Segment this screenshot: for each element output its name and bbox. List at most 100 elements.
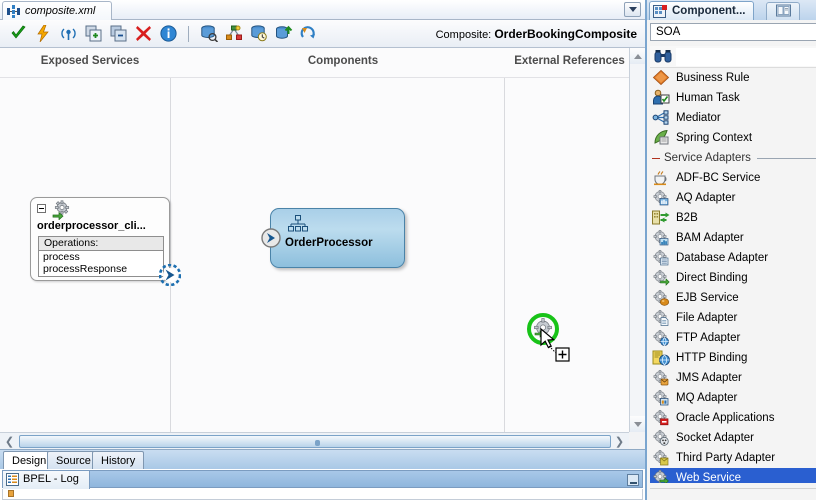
palette-category-value: SOA (656, 26, 681, 38)
business-rule-icon (652, 69, 672, 87)
history-button[interactable] (249, 23, 269, 44)
palette-item-label: File Adapter (676, 312, 738, 324)
column-header-external-references: External References (514, 55, 625, 67)
validate-button[interactable] (8, 23, 28, 44)
palette-item-third-party-adapter[interactable]: Third Party Adapter (650, 448, 816, 468)
palette-item-adf-bc-service[interactable]: ADF-BC Service (650, 168, 816, 188)
palette-item-label: Database Adapter (676, 252, 769, 264)
composite-name-label: OrderBookingComposite (494, 27, 637, 41)
tab-component-palette[interactable]: Component... (649, 1, 755, 20)
palette-item-socket-adapter[interactable]: Socket Adapter (650, 428, 816, 448)
palette-separator-label: Service Adapters (664, 152, 751, 164)
editor-area: composite.xml Composite: OrderBookingCom… (0, 0, 646, 500)
palette-item-label: Direct Binding (676, 272, 748, 284)
tab-resource-catalog[interactable] (766, 2, 800, 20)
document-tab-composite-xml[interactable]: composite.xml (2, 1, 113, 20)
palette-item-label: EJB Service (676, 292, 739, 304)
palette-item-b2b[interactable]: B2B (650, 208, 816, 228)
palette-item-label: Human Task (676, 92, 740, 104)
composite-canvas[interactable]: orderprocessor_cli... Operations: proces… (0, 78, 629, 432)
deploy-button[interactable] (199, 23, 219, 44)
adf-bc-service-icon (652, 169, 672, 187)
palette-item-business-rule[interactable]: Business Rule (650, 68, 816, 88)
exposed-service-operations: Operations: process processResponse (38, 236, 164, 277)
scroll-right-arrow-icon[interactable]: ❯ (611, 433, 628, 449)
binoculars-search-icon[interactable] (654, 49, 672, 65)
info-button[interactable] (158, 23, 178, 44)
component-name-label: OrderProcessor (285, 237, 373, 249)
palette-category-select[interactable]: SOA (650, 23, 816, 41)
toolbar-separator (188, 25, 189, 42)
palette-item-label: MQ Adapter (676, 392, 738, 404)
spring-context-icon (652, 129, 672, 147)
delete-button[interactable] (133, 23, 153, 44)
palette-item-list[interactable]: Business Rule Human Task Mediator Spring Co… (650, 68, 816, 483)
component-node-orderprocessor[interactable]: OrderProcessor (261, 208, 405, 268)
palette-item-label: Web Service (676, 472, 741, 483)
tab-list-dropdown-button[interactable] (624, 2, 641, 17)
palette-item-label: JMS Adapter (676, 372, 742, 384)
horizontal-scroll-thumb[interactable] (19, 435, 611, 448)
palette-item-label: Socket Adapter (676, 432, 754, 444)
palette-item-jms-adapter[interactable]: JMS Adapter (650, 368, 816, 388)
socket-adapter-icon (652, 429, 672, 447)
tab-history[interactable]: History (92, 451, 145, 469)
canvas-column-headers: Exposed Services Components External Ref… (0, 48, 629, 78)
exposed-service-node[interactable]: orderprocessor_cli... Operations: proces… (30, 197, 170, 281)
palette-item-ftp-adapter[interactable]: FTP Adapter (650, 328, 816, 348)
tab-bpel-log[interactable]: BPEL - Log (3, 471, 90, 489)
operations-header-label: Operations: (39, 237, 163, 251)
third-party-adapter-icon (652, 449, 672, 467)
scroll-left-arrow-icon[interactable]: ❮ (1, 433, 18, 449)
component-palette: Component... SOA Business Rule Human Tas… (645, 0, 816, 500)
oracle-applications-icon (652, 409, 672, 427)
palette-item-aq-adapter[interactable]: AQ Adapter (650, 188, 816, 208)
palette-search-input[interactable] (676, 48, 816, 66)
collapse-minus-icon[interactable] (37, 204, 46, 213)
direct-binding-icon (652, 269, 672, 287)
wire-connector-icon[interactable] (158, 263, 182, 287)
log-marker-icon (8, 490, 14, 497)
palette-item-mq-adapter[interactable]: MQ Adapter (650, 388, 816, 408)
palette-item-http-binding[interactable]: HTTP Binding (650, 348, 816, 368)
add-copy-button[interactable] (83, 23, 103, 44)
palette-tabstrip: Component... (647, 0, 816, 20)
column-header-exposed-services: Exposed Services (40, 55, 140, 67)
log-content-area (2, 489, 643, 500)
palette-tab-label: Component... (672, 5, 746, 17)
minimize-icon[interactable] (627, 474, 639, 486)
operation-item[interactable]: process (39, 251, 163, 263)
operation-item[interactable]: processResponse (39, 263, 163, 275)
scroll-down-arrow-icon[interactable] (630, 416, 646, 432)
remove-copy-button[interactable] (108, 23, 128, 44)
palette-item-human-task[interactable]: Human Task (650, 88, 816, 108)
composite-title: Composite: OrderBookingComposite (436, 27, 637, 41)
topology-button[interactable] (224, 23, 244, 44)
canvas-vertical-scrollbar[interactable] (629, 48, 646, 432)
palette-item-database-adapter[interactable]: Database Adapter (650, 248, 816, 268)
palette-footer (650, 488, 816, 500)
palette-item-spring-context[interactable]: Spring Context (650, 128, 816, 148)
palette-item-direct-binding[interactable]: Direct Binding (650, 268, 816, 288)
bam-adapter-icon (652, 229, 672, 247)
palette-item-label: ADF-BC Service (676, 172, 761, 184)
palette-item-file-adapter[interactable]: File Adapter (650, 308, 816, 328)
palette-item-label: Spring Context (676, 132, 753, 144)
canvas-horizontal-scrollbar[interactable]: ❮ ❯ (0, 432, 629, 449)
palette-item-web-service[interactable]: Web Service (650, 468, 816, 483)
palette-item-oracle-applications[interactable]: Oracle Applications (650, 408, 816, 428)
log-lines-icon (6, 473, 19, 486)
export-button[interactable] (274, 23, 294, 44)
antenna-button[interactable] (58, 23, 78, 44)
b2b-icon (652, 209, 672, 227)
component-port-icon[interactable] (261, 228, 281, 248)
palette-item-bam-adapter[interactable]: BAM Adapter (650, 228, 816, 248)
palette-item-ejb-service[interactable]: EJB Service (650, 288, 816, 308)
refresh-button[interactable] (299, 23, 319, 44)
palette-item-label: FTP Adapter (676, 332, 741, 344)
run-button[interactable] (33, 23, 53, 44)
palette-separator-service-adapters: Service Adapters (650, 148, 816, 168)
palette-item-label: BAM Adapter (676, 232, 744, 244)
scroll-up-arrow-icon[interactable] (630, 48, 646, 64)
palette-item-mediator[interactable]: Mediator (650, 108, 816, 128)
